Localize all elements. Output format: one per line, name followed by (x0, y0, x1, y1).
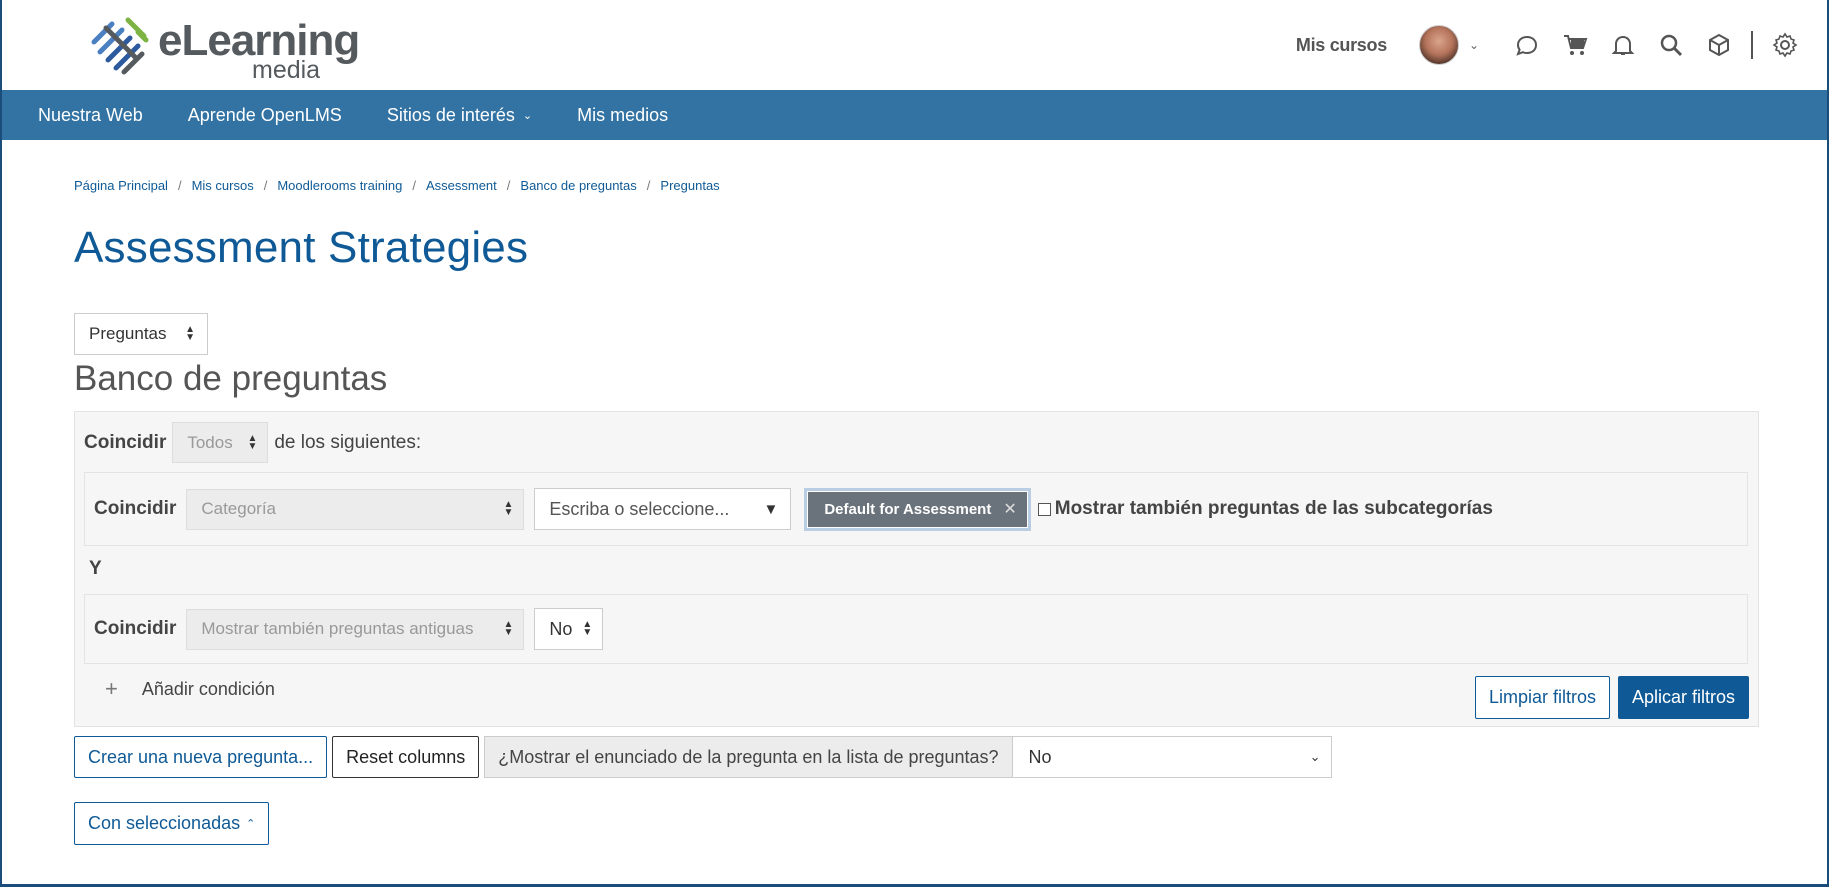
nav-item-mis-medios[interactable]: Mis medios (577, 105, 668, 126)
and-label: Y (89, 558, 102, 579)
new-question-button[interactable]: Crear una nueva pregunta... (74, 736, 328, 778)
updown-arrows-icon: ▲ ▼ (247, 432, 258, 452)
header-actions: Mis cursos ⌄ (1296, 0, 1809, 90)
show-question-text-select[interactable]: No ⌄ (1012, 736, 1332, 778)
with-selected-button[interactable]: Con seleccionadas ⌃ (74, 802, 270, 845)
breadcrumb-separator: / (263, 178, 268, 193)
show-question-text-label: ¿Mostrar el enunciado de la pregunta en … (484, 736, 1013, 778)
with-selected-label: Con seleccionadas (88, 813, 241, 833)
bell-icon[interactable] (1609, 31, 1637, 59)
avatar[interactable] (1418, 25, 1459, 65)
cart-icon[interactable] (1561, 31, 1589, 59)
plus-icon: + (105, 676, 118, 701)
main-content: Página Principal / Mis cursos / Moodleroom… (2, 178, 1827, 845)
breadcrumb-item[interactable]: Preguntas (660, 178, 719, 193)
condition-label: Coincidir (94, 498, 177, 519)
add-condition-button[interactable]: + Añadir condición (93, 676, 275, 702)
top-header: eLearning media Mis cursos ⌄ (2, 0, 1827, 90)
chat-icon[interactable] (1513, 31, 1541, 59)
subcategories-label: Mostrar también preguntas de las subcate… (1054, 498, 1493, 519)
updown-arrows-icon: ▲ ▼ (582, 619, 593, 638)
condition-category: Coincidir Categoría ▲ ▼ Escriba o selecci… (84, 472, 1748, 546)
breadcrumb-separator: / (177, 178, 182, 193)
breadcrumb: Página Principal / Mis cursos / Moodleroom… (74, 178, 1755, 193)
question-actions: Crear una nueva pregunta... Reset column… (74, 736, 1755, 778)
nav-item-label: Nuestra Web (38, 104, 143, 125)
view-select[interactable]: Preguntas ▲ ▼ (74, 313, 208, 355)
breadcrumb-separator: / (506, 178, 511, 193)
show-question-text-value: No (1028, 746, 1052, 767)
clear-filters-button[interactable]: Limpiar filtros (1474, 676, 1610, 719)
old-questions-value-select[interactable]: No ▲ ▼ (534, 608, 604, 650)
condition-field-value: Mostrar también preguntas antiguas (201, 619, 474, 638)
condition-old-questions: Coincidir Mostrar también preguntas anti… (84, 594, 1748, 664)
chevron-down-icon[interactable]: ⌄ (1469, 38, 1479, 52)
breadcrumb-separator: / (646, 178, 651, 193)
match-row: Coincidir Todos ▲ ▼ de los siguientes: (84, 422, 421, 463)
subcategories-checkbox[interactable] (1037, 502, 1051, 516)
view-select-value: Preguntas (89, 324, 167, 343)
gear-icon[interactable] (1771, 31, 1799, 59)
chevron-up-icon: ⌃ (246, 818, 256, 830)
condition-field-value: Categoría (201, 499, 277, 518)
tag-label: Default for Assessment (824, 500, 992, 518)
header-divider (1751, 31, 1753, 59)
breadcrumb-separator: / (412, 178, 416, 193)
condition-field-select[interactable]: Categoría ▲ ▼ (186, 488, 525, 530)
category-search-input[interactable]: Escriba o seleccione... ▼ (534, 488, 792, 530)
old-questions-value: No (549, 618, 573, 639)
updown-arrows-icon: ▲ ▼ (503, 619, 514, 638)
primary-navigation: Nuestra Web Aprende OpenLMS Sitios de in… (2, 90, 1827, 140)
logo-mark-icon (91, 17, 149, 75)
apply-filters-button[interactable]: Aplicar filtros (1617, 676, 1749, 719)
selected-category-tag[interactable]: Default for Assessment ✕ (804, 487, 1031, 531)
match-all-select[interactable]: Todos ▲ ▼ (172, 422, 269, 463)
condition-field-select[interactable]: Mostrar también preguntas antiguas ▲ ▼ (186, 608, 525, 650)
match-all-value: Todos (187, 432, 233, 452)
breadcrumb-item[interactable]: Moodlerooms training (277, 178, 402, 193)
logo-subtext: media (252, 56, 321, 84)
with-selected-wrapper: Con seleccionadas ⌃ (74, 802, 1755, 845)
add-condition-label: Añadir condición (141, 678, 275, 699)
nav-item-label: Sitios de interés (386, 104, 515, 125)
nav-item-nuestra-web[interactable]: Nuestra Web (38, 105, 143, 126)
nav-item-label: Mis medios (577, 104, 669, 125)
breadcrumb-item[interactable]: Banco de preguntas (520, 178, 636, 193)
filter-panel: Coincidir Todos ▲ ▼ de los siguientes: Co… (74, 411, 1759, 727)
category-search-placeholder: Escriba o seleccione... (549, 498, 730, 519)
section-title: Banco de preguntas (74, 359, 388, 398)
filter-actions: Limpiar filtros Aplicar filtros (1474, 676, 1749, 719)
reset-columns-button[interactable]: Reset columns (332, 736, 480, 778)
match-label: Coincidir (84, 431, 167, 453)
of-following-label: de los siguientes: (274, 431, 422, 453)
search-icon[interactable] (1657, 31, 1685, 59)
box-icon[interactable] (1705, 31, 1733, 59)
chevron-down-icon: ⌄ (1309, 749, 1321, 764)
header-mis-cursos-link[interactable]: Mis cursos (1296, 35, 1387, 56)
page-title: Assessment Strategies (74, 223, 529, 272)
dropdown-arrow-icon: ▼ (763, 500, 779, 518)
nav-item-label: Aprende OpenLMS (187, 104, 342, 125)
close-icon[interactable]: ✕ (1003, 499, 1016, 519)
condition-label: Coincidir (94, 618, 177, 639)
updown-arrows-icon: ▲ ▼ (503, 499, 514, 518)
site-logo[interactable]: eLearning media (86, 12, 360, 84)
chevron-down-icon: ⌄ (522, 109, 533, 122)
breadcrumb-item[interactable]: Assessment (426, 178, 497, 193)
breadcrumb-item[interactable]: Página Principal (74, 178, 168, 193)
nav-item-sitios-de-interes[interactable]: Sitios de interés ⌄ (387, 105, 532, 126)
updown-arrows-icon: ▲ ▼ (185, 324, 195, 343)
breadcrumb-item[interactable]: Mis cursos (192, 178, 254, 193)
nav-item-aprende-openlms[interactable]: Aprende OpenLMS (188, 105, 342, 126)
